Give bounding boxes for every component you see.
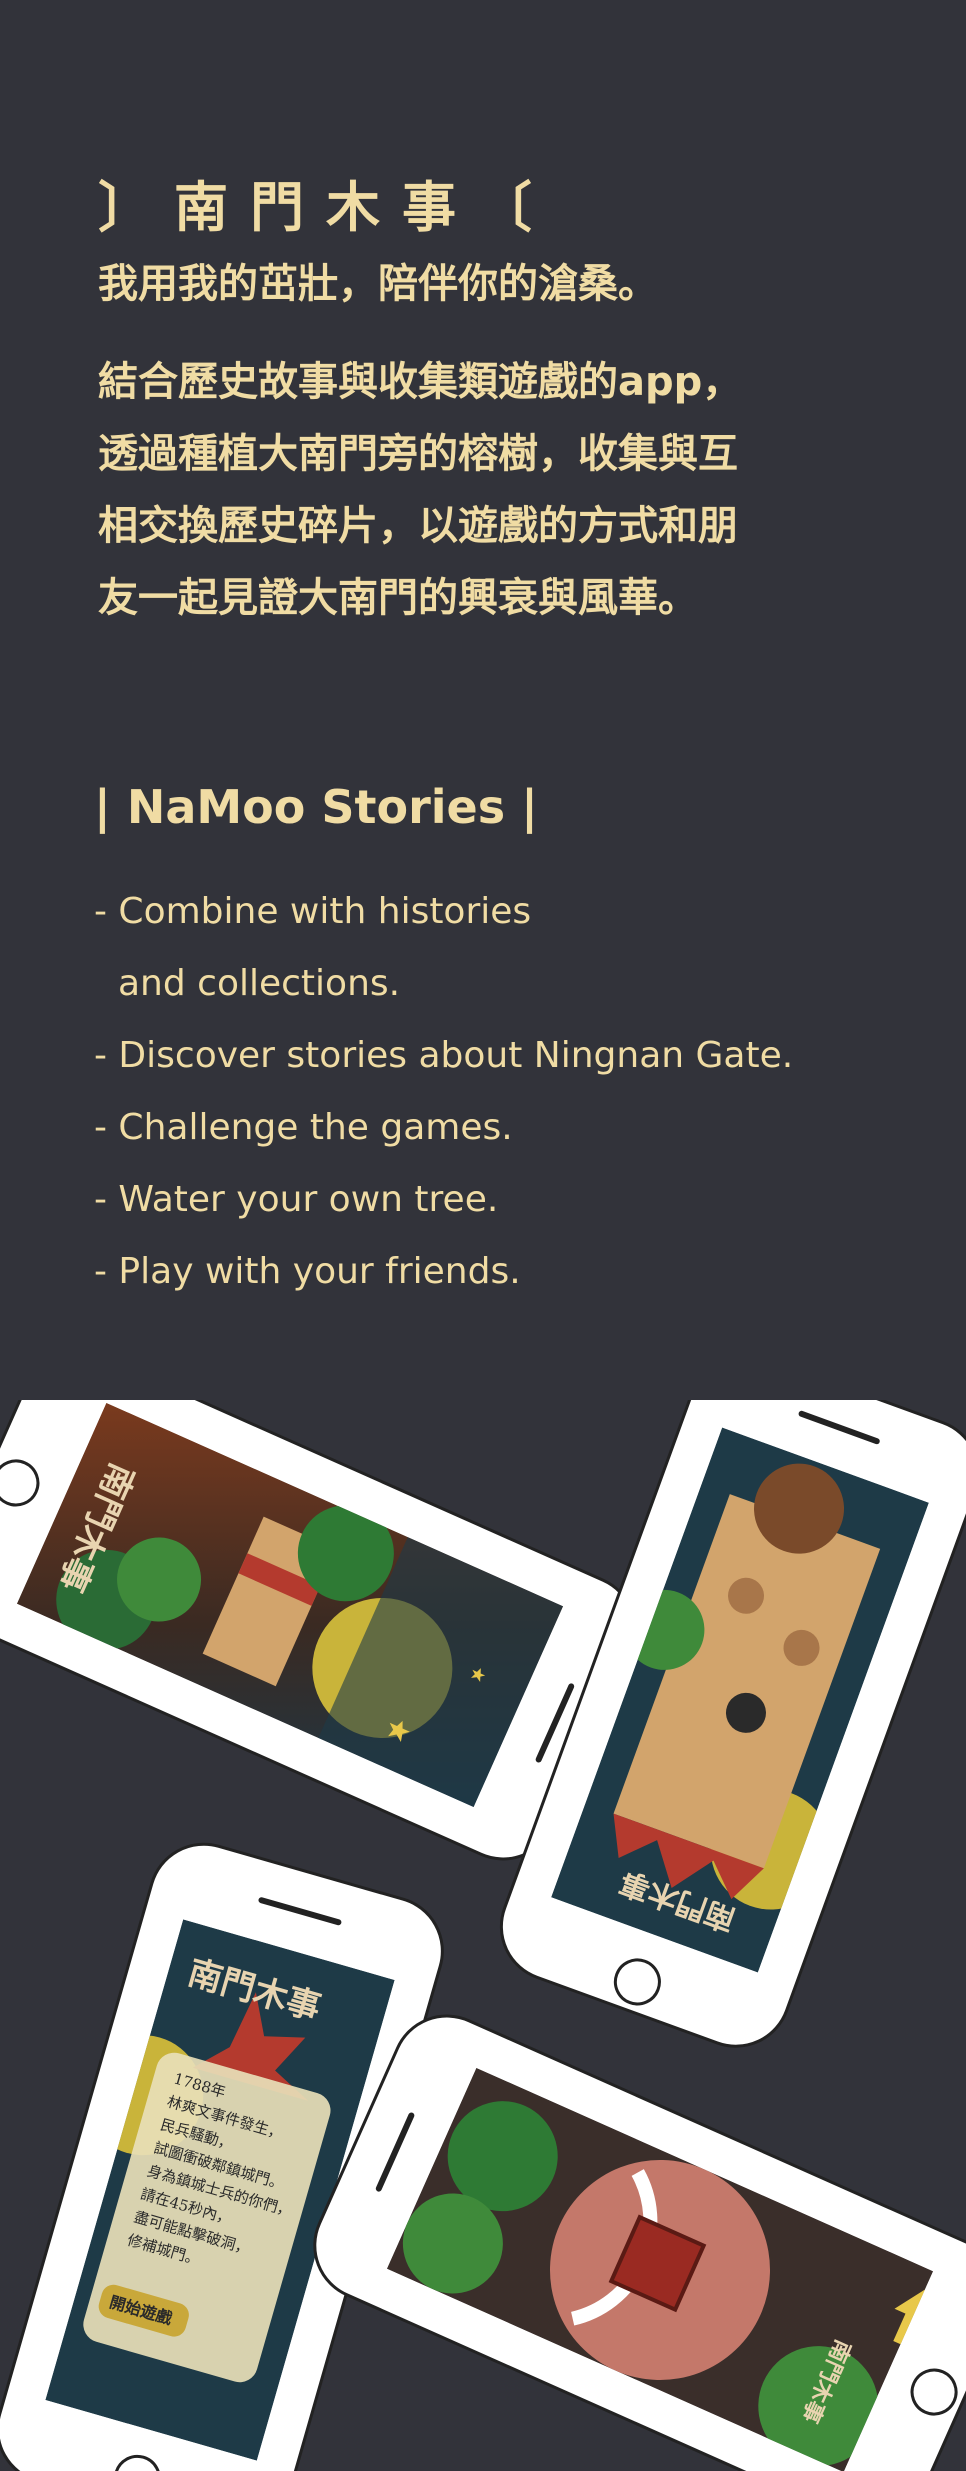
feature-text: - Combine with histories: [94, 891, 532, 932]
feature-item: - Play with your friends.: [94, 1236, 954, 1308]
intro-section: 〕南門木事〔 我用我的茁壯，陪伴你的滄桑。 結合歷史故事與收集類遊戲的app， …: [98, 170, 918, 634]
description-line: 相交換歷史碎片，以遊戲的方式和朋: [98, 503, 738, 549]
english-title: | NaMoo Stories |: [94, 780, 538, 834]
phone-mockups: 南門木事 南門木事 1788年 林爽文事件發生， 民兵騷動， 試圖衝破鄰鎮城門。…: [0, 1400, 966, 2471]
feature-item: - Challenge the games.: [94, 1092, 954, 1164]
app-title: 〕南門木事〔: [98, 175, 554, 239]
tagline: 我用我的茁壯，陪伴你的滄桑。: [98, 261, 658, 307]
description: 結合歷史故事與收集類遊戲的app， 透過種植大南門旁的榕樹，收集與互 相交換歷史…: [98, 346, 918, 634]
feature-text: - Discover stories about Ningnan Gate.: [94, 1035, 794, 1076]
description-line: 透過種植大南門旁的榕樹，收集與互: [98, 431, 738, 477]
feature-item: - Water your own tree.: [94, 1164, 954, 1236]
feature-list: - Combine with histories and collections…: [94, 876, 954, 1308]
description-line: 友一起見證大南門的興衰與風華。: [98, 575, 698, 621]
feature-item: - Combine with histories and collections…: [94, 876, 954, 1020]
mockup-illustration: 南門木事 南門木事 1788年 林爽文事件發生， 民兵騷動， 試圖衝破鄰鎮城門。…: [0, 1400, 966, 2471]
phone-mockup-gate-screen: 南門木事: [313, 2014, 966, 2471]
feature-item: - Discover stories about Ningnan Gate.: [94, 1020, 954, 1092]
feature-text: - Water your own tree.: [94, 1179, 499, 1220]
story-screen: 1788年 林爽文事件發生， 民兵騷動， 試圖衝破鄰鎮城門。 身為鎮城士兵的你們…: [45, 1919, 395, 2461]
feature-text-continued: and collections.: [118, 963, 401, 1004]
feature-text: - Play with your friends.: [94, 1251, 521, 1292]
english-section: | NaMoo Stories | - Combine with histori…: [94, 772, 954, 1308]
description-line: 結合歷史故事與收集類遊戲的app，: [98, 359, 743, 405]
feature-text: - Challenge the games.: [94, 1107, 513, 1148]
